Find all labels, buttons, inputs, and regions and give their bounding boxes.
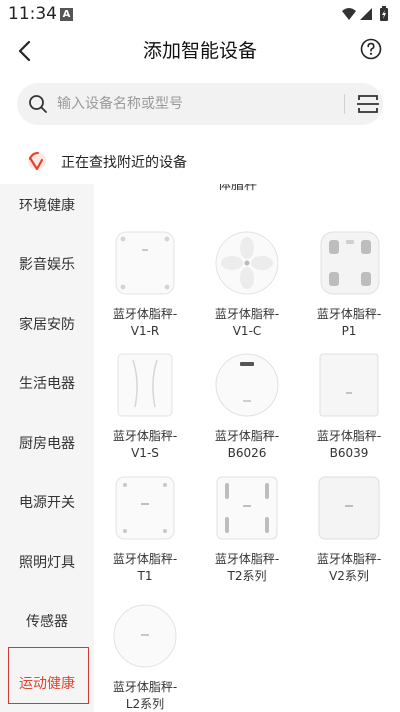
device-name: 蓝牙体脂秤- V2系列 xyxy=(316,552,382,583)
search-divider xyxy=(344,94,345,114)
search-input[interactable] xyxy=(57,83,327,125)
device-tile[interactable]: 蓝牙体脂秤- B6026 xyxy=(197,352,297,472)
device-tile[interactable]: 蓝牙体脂秤- V1-C xyxy=(197,230,297,350)
electrode-scale-icon xyxy=(320,231,380,295)
device-name: 蓝牙体脂秤- B6026 xyxy=(214,429,280,460)
help-icon[interactable] xyxy=(360,38,382,60)
scan-icon[interactable] xyxy=(356,93,380,115)
device-name: 蓝牙体脂秤- P1 xyxy=(316,307,382,338)
sidebar-item-audio-video[interactable]: 影音娱乐 xyxy=(0,245,94,285)
notification-icon: A xyxy=(60,8,73,21)
category-sidebar: 环境健康 影音娱乐 家居安防 生活电器 厨房电器 电源开关 照明灯具 传感器 运… xyxy=(0,184,94,712)
radar-scan-icon xyxy=(28,152,46,171)
dotted-scale-icon xyxy=(115,476,175,540)
device-tile[interactable]: 蓝牙体脂秤- V1-S xyxy=(95,352,195,472)
search-box xyxy=(17,83,383,125)
device-tile[interactable]: 蓝牙体脂秤- T2系列 xyxy=(197,475,297,595)
sidebar-item-power-switch[interactable]: 电源开关 xyxy=(0,483,94,523)
device-tile[interactable]: 蓝牙体脂秤- V2系列 xyxy=(299,475,399,595)
device-name: 蓝牙体脂秤- B6039 xyxy=(316,429,382,460)
sidebar-item-life-appliances[interactable]: 生活电器 xyxy=(0,364,94,404)
round-scale-icon xyxy=(113,604,177,668)
signal-icon xyxy=(360,8,372,20)
wifi-icon xyxy=(342,8,356,20)
page-title: 添加智能设备 xyxy=(142,40,257,62)
search-icon xyxy=(29,95,47,113)
rounded-square-scale-icon xyxy=(318,476,380,540)
sidebar-item-lighting[interactable]: 照明灯具 xyxy=(0,543,94,583)
device-name: 蓝牙体脂秤- T1 xyxy=(112,552,178,583)
device-tile[interactable]: 蓝牙体脂秤- T1 xyxy=(95,475,195,595)
plain-square-scale-icon xyxy=(319,353,379,417)
device-tile[interactable]: 蓝牙体脂秤- V1-R xyxy=(95,230,195,350)
square-scale-icon xyxy=(115,231,175,295)
sidebar-item-environment-health[interactable]: 环境健康 xyxy=(0,186,94,226)
header: 添加智能设备 xyxy=(0,28,400,74)
device-name: 蓝牙体脂秤- V1-R xyxy=(112,307,178,338)
status-icons xyxy=(342,6,388,21)
sidebar-item-home-security[interactable]: 家居安防 xyxy=(0,305,94,345)
nearby-scan-text: 正在查找附近的设备 xyxy=(61,155,187,171)
device-name: 蓝牙体脂秤- V1-C xyxy=(214,307,280,338)
device-name: 蓝牙体脂秤- L2系列 xyxy=(112,680,178,711)
active-category-highlight xyxy=(8,647,89,704)
round-petal-scale-icon xyxy=(215,231,279,295)
device-name: 蓝牙体脂秤- V1-S xyxy=(112,429,178,460)
device-grid: 体脂秤 蓝牙体脂秤- V1-R 蓝牙体脂秤- V1-C 蓝牙体脂秤- P1 蓝牙… xyxy=(94,184,400,712)
sidebar-item-sensor[interactable]: 传感器 xyxy=(0,602,94,642)
device-name: 蓝牙体脂秤- T2系列 xyxy=(214,552,280,583)
sidebar-item-kitchen-appliances[interactable]: 厨房电器 xyxy=(0,424,94,464)
device-tile[interactable]: 蓝牙体脂秤- P1 xyxy=(299,230,399,350)
round-display-scale-icon xyxy=(215,353,279,417)
status-bar: 11:34 A xyxy=(0,0,400,28)
section-title: 体脂秤 xyxy=(218,184,258,193)
battery-icon xyxy=(380,6,388,21)
bar-electrode-scale-icon xyxy=(216,476,278,540)
device-tile[interactable]: 蓝牙体脂秤- B6039 xyxy=(299,352,399,472)
status-time: 11:34 xyxy=(8,4,57,24)
device-tile[interactable]: 蓝牙体脂秤- L2系列 xyxy=(95,603,195,712)
body-outline-scale-icon xyxy=(117,353,173,417)
